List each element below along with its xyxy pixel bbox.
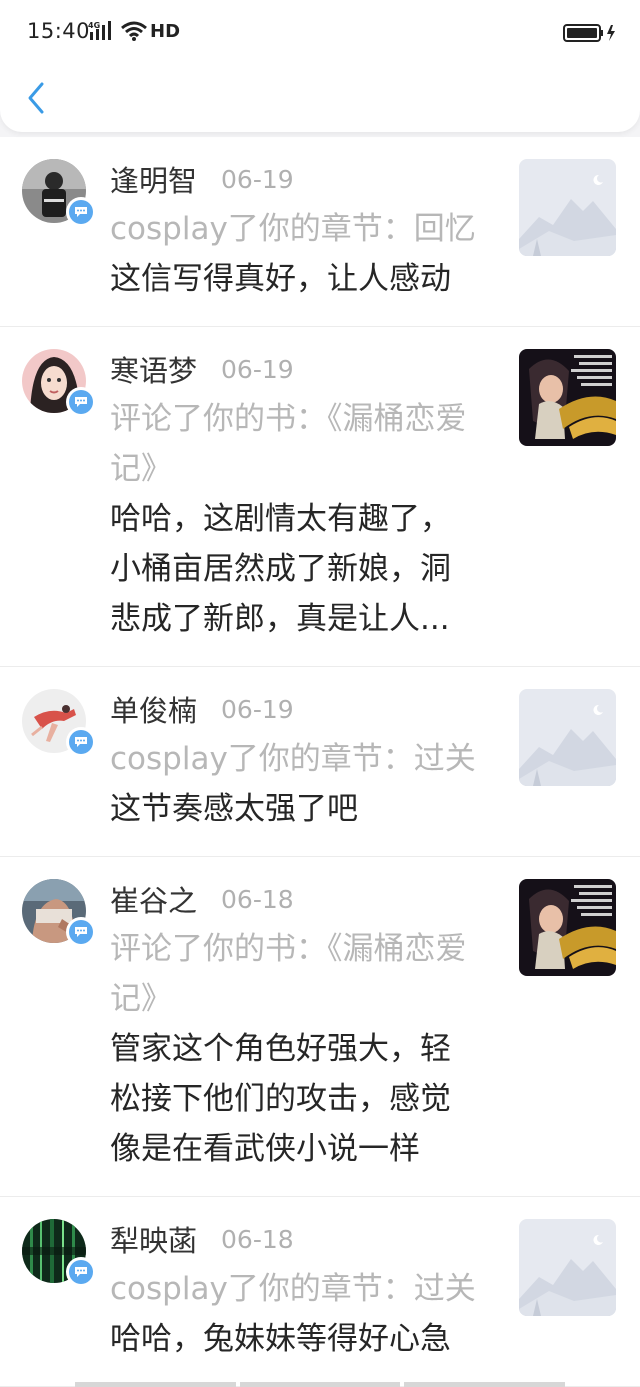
user-name[interactable]: 逢明智	[110, 158, 197, 200]
chat-bubble-icon	[66, 1257, 96, 1287]
comment-text: 这信写得真好，让人感动	[110, 261, 451, 297]
action-text: 评论了你的书：《漏桶恋爱记》	[110, 931, 467, 1017]
status-bar: 15:40 4G HD	[0, 0, 640, 64]
action-text: 评论了你的书：《漏桶恋爱记》	[110, 401, 467, 487]
placeholder-thumbnail[interactable]	[519, 1219, 616, 1316]
book-cover-thumbnail[interactable]	[519, 349, 616, 446]
status-time: 15:40	[27, 19, 91, 43]
header: 15:40 4G HD	[0, 0, 640, 132]
chat-bubble-icon	[66, 727, 96, 757]
back-button[interactable]	[18, 76, 54, 120]
action-text: cosplay了你的章节：过关	[110, 1271, 476, 1307]
battery-icon	[563, 24, 615, 42]
user-name[interactable]: 寒语梦	[110, 348, 197, 390]
placeholder-thumbnail[interactable]	[519, 689, 616, 786]
bottom-scroll-indicator	[75, 1382, 566, 1387]
hd-indicator: HD	[150, 21, 181, 42]
notification-item[interactable]: 单俊楠 06-19 cosplay了你的章节：过关 这节奏感太强了吧	[0, 667, 640, 857]
notification-item[interactable]: 犁映菡 06-18 cosplay了你的章节：过关 哈哈，兔妹妹等得好心急	[0, 1197, 640, 1387]
notification-list[interactable]: 逢明智 06-19 cosplay了你的章节：回忆 这信写得真好，让人感动 寒语…	[0, 137, 640, 1387]
notifications-page: 15:40 4G HD 逢明智 06-19 cosplay了你的章节：回忆 这信…	[0, 0, 640, 1387]
svg-text:4G: 4G	[88, 21, 100, 30]
comment-text: 哈哈，兔妹妹等得好心急	[110, 1321, 451, 1357]
chat-bubble-icon	[66, 387, 96, 417]
date: 06-19	[221, 164, 294, 194]
chat-bubble-icon	[66, 197, 96, 227]
date: 06-19	[221, 354, 294, 384]
chat-bubble-icon	[66, 917, 96, 947]
comment-text: 管家这个角色好强大，轻松接下他们的攻击，感觉像是在看武侠小说一样	[110, 1031, 451, 1167]
signal-icon: 4G	[88, 21, 111, 40]
date: 06-18	[221, 1224, 294, 1254]
comment-text: 这节奏感太强了吧	[110, 791, 358, 827]
notification-item[interactable]: 逢明智 06-19 cosplay了你的章节：回忆 这信写得真好，让人感动	[0, 137, 640, 327]
notification-item[interactable]: 崔谷之 06-18 评论了你的书：《漏桶恋爱记》 管家这个角色好强大，轻松接下他…	[0, 857, 640, 1197]
date: 06-18	[221, 884, 294, 914]
placeholder-thumbnail[interactable]	[519, 159, 616, 256]
user-name[interactable]: 崔谷之	[110, 878, 197, 920]
user-name[interactable]: 单俊楠	[110, 688, 197, 730]
book-cover-thumbnail[interactable]	[519, 879, 616, 976]
action-text: cosplay了你的章节：过关	[110, 741, 476, 777]
action-text: cosplay了你的章节：回忆	[110, 211, 476, 247]
date: 06-19	[221, 694, 294, 724]
notification-item[interactable]: 寒语梦 06-19 评论了你的书：《漏桶恋爱记》 哈哈，这剧情太有趣了，小桶亩居…	[0, 327, 640, 667]
chevron-left-icon	[28, 82, 44, 114]
user-name[interactable]: 犁映菡	[110, 1218, 197, 1260]
comment-text: 哈哈，这剧情太有趣了，小桶亩居然成了新娘，洞悲成了新郎，真是让人...	[110, 501, 451, 637]
wifi-icon	[121, 21, 147, 41]
